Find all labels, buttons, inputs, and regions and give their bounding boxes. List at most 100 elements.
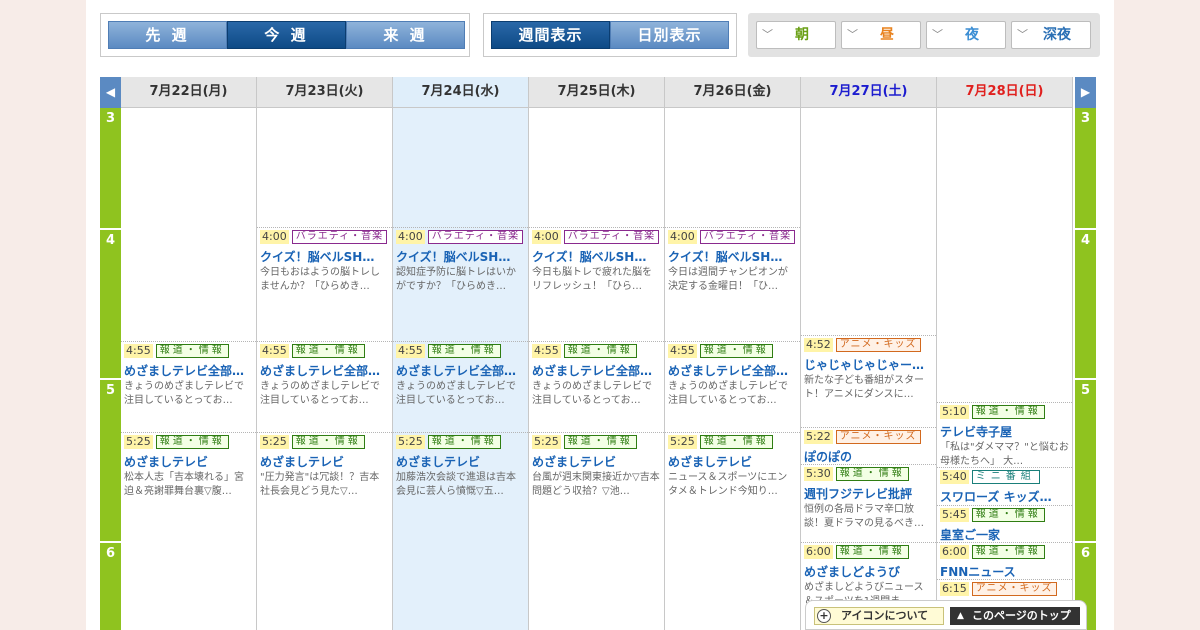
- program-title[interactable]: 皇室ご一家: [940, 527, 1069, 542]
- program-cell[interactable]: 4:00 バラエティ・音楽 クイズ！脳ベルSH… 今日も脳トレで疲れた脳をリフレッシュ…: [529, 227, 664, 341]
- late-night-button[interactable]: ﹀ 深夜: [1011, 21, 1091, 49]
- hour-marker: 4: [100, 228, 121, 378]
- program-time: 4:55: [124, 344, 153, 358]
- program-cell[interactable]: 5:30 報道・情報 週刊フジテレビ批評 恒例の各局ドラマ辛口放談！夏ドラマの見るべき…: [801, 464, 936, 542]
- day-header[interactable]: 7月23日(火): [257, 77, 393, 108]
- program-cell[interactable]: 4:00 バラエティ・音楽 クイズ！脳ベルSH… 今日は週間チャンピオンが決定する金曜…: [665, 227, 800, 341]
- prev-day-arrow-icon[interactable]: ◀: [100, 77, 121, 108]
- program-cell[interactable]: 5:25 報道・情報 めざましテレビ ニュース＆スポーツにエンタメ＆トレンド今知り…: [665, 432, 800, 630]
- program-time: 6:00: [804, 545, 833, 559]
- noon-button[interactable]: ﹀ 昼: [841, 21, 921, 49]
- program-title[interactable]: テレビ寺子屋: [940, 424, 1069, 441]
- program-cell[interactable]: 5:40 ミニ番組 スワローズ キッズ…: [937, 467, 1072, 505]
- program-title[interactable]: めざましテレビ全部…: [124, 363, 253, 380]
- program-description: きょうのめざましテレビで注目しているとってお…: [260, 381, 380, 406]
- hour-marker: 4: [1075, 228, 1096, 378]
- program-cell[interactable]: 5:25 報道・情報 めざましテレビ 松本人志「吉本壊れる」宮迫＆亮謝罪舞台裏▽腹…: [121, 432, 256, 630]
- program-cell[interactable]: 5:10 報道・情報 テレビ寺子屋 「私は"ダメママ？"と悩むお母様たちへ」 大…: [937, 402, 1072, 467]
- day-header[interactable]: 7月25日(木): [529, 77, 665, 108]
- program-title[interactable]: FNNニュース: [940, 564, 1069, 579]
- program-title[interactable]: めざましテレビ全部…: [260, 363, 389, 380]
- program-time: 4:55: [260, 344, 289, 358]
- program-title[interactable]: クイズ！脳ベルSH…: [260, 249, 389, 266]
- program-title[interactable]: 週刊フジテレビ批評: [804, 486, 933, 503]
- program-title[interactable]: クイズ！脳ベルSH…: [668, 249, 797, 266]
- program-title[interactable]: めざましどようび: [804, 564, 933, 581]
- program-cell[interactable]: 4:55 報道・情報 めざましテレビ全部… きょうのめざましテレビで注目しているとって…: [257, 341, 392, 432]
- program-time: 4:55: [668, 344, 697, 358]
- program-title[interactable]: めざましテレビ全部…: [396, 363, 525, 380]
- program-time: 6:15: [940, 582, 969, 596]
- morning-button[interactable]: ﹀ 朝: [756, 21, 836, 49]
- day-header[interactable]: 7月28日(日): [937, 77, 1073, 108]
- day-header[interactable]: 7月22日(月): [121, 77, 257, 108]
- genre-badge: 報道・情報: [835, 545, 909, 559]
- program-title[interactable]: めざましテレビ: [668, 454, 797, 471]
- program-cell[interactable]: 4:52 アニメ・キッズ じゃじゃじゃじゃー… 新たな子ども番組がスタート！アニメにダ…: [801, 335, 936, 427]
- noon-label: 昼: [880, 27, 894, 43]
- program-cell[interactable]: 4:55 報道・情報 めざましテレビ全部… きょうのめざましテレビで注目しているとって…: [665, 341, 800, 432]
- late-night-label: 深夜: [1043, 27, 1071, 43]
- program-description: きょうのめざましテレビで注目しているとってお…: [396, 381, 516, 406]
- program-title[interactable]: めざましテレビ: [260, 454, 389, 471]
- program-title[interactable]: クイズ！脳ベルSH…: [396, 249, 525, 266]
- genre-badge: 報道・情報: [155, 344, 229, 358]
- day-header[interactable]: 7月24日(水): [393, 77, 529, 108]
- program-cell[interactable]: 6:00 報道・情報 FNNニュース: [937, 542, 1072, 579]
- icon-legend-button[interactable]: + アイコンについて: [814, 607, 944, 625]
- day-column: 4:52 アニメ・キッズ じゃじゃじゃじゃー… 新たな子ども番組がスタート！アニメにダ…: [801, 108, 937, 630]
- program-cell[interactable]: 5:25 報道・情報 めざましテレビ "圧力発言"は冗談！？吉本社長会見どう見た▽…: [257, 432, 392, 630]
- program-title[interactable]: ぽのぽの: [804, 449, 933, 464]
- program-title[interactable]: じゃじゃじゃじゃー…: [804, 357, 933, 374]
- genre-badge: 報道・情報: [427, 435, 501, 449]
- day-column: 4:00 バラエティ・音楽 クイズ！脳ベルSH… 認知症予防に脳トレはいかがですか？「…: [393, 108, 529, 630]
- program-cell[interactable]: 4:55 報道・情報 めざましテレビ全部… きょうのめざましテレビで注目しているとって…: [393, 341, 528, 432]
- program-cell[interactable]: 5:25 報道・情報 めざましテレビ 加藤浩次会談で進退は吉本会見に芸人ら憤慨▽五…: [393, 432, 528, 630]
- page: 先 週 今 週 来 週 週間表示 日別表示 ﹀ 朝 ﹀ 昼 ﹀ 夜 ﹀ 深夜 ◀…: [86, 0, 1114, 630]
- program-time: 5:22: [804, 430, 833, 444]
- program-title[interactable]: クイズ！脳ベルSH…: [532, 249, 661, 266]
- program-cell[interactable]: 4:00 バラエティ・音楽 クイズ！脳ベルSH… 今日もおはようの脳トレしませんか？「…: [257, 227, 392, 341]
- page-top-label: このページのトップ: [972, 609, 1071, 622]
- day-header[interactable]: 7月26日(金): [665, 77, 801, 108]
- program-time: 5:25: [396, 435, 425, 449]
- program-time: 5:25: [260, 435, 289, 449]
- daily-view-button[interactable]: 日別表示: [610, 21, 729, 49]
- hour-column-left: 3 456: [100, 108, 121, 630]
- icon-legend-label: アイコンについて: [841, 609, 929, 622]
- program-cell[interactable]: 4:00 バラエティ・音楽 クイズ！脳ベルSH… 認知症予防に脳トレはいかがですか？「…: [393, 227, 528, 341]
- genre-badge: バラエティ・音楽: [563, 230, 660, 244]
- program-cell[interactable]: 5:45 報道・情報 皇室ご一家: [937, 505, 1072, 542]
- program-title[interactable]: めざましテレビ: [396, 454, 525, 471]
- weekly-view-button[interactable]: 週間表示: [491, 21, 610, 49]
- program-title[interactable]: めざましテレビ全部…: [532, 363, 661, 380]
- day-header[interactable]: 7月27日(土): [801, 77, 937, 108]
- program-description: 今日もおはようの脳トレしませんか？「ひらめき…: [260, 267, 380, 292]
- program-time: 6:00: [940, 545, 969, 559]
- program-time: 5:45: [940, 508, 969, 522]
- program-description: 新たな子ども番組がスタート！アニメにダンスに…: [804, 375, 924, 400]
- program-title[interactable]: スワローズ キッズ…: [940, 489, 1069, 505]
- prev-week-button[interactable]: 先 週: [108, 21, 227, 49]
- program-description: 今日は週間チャンピオンが決定する金曜日！「ひ…: [668, 267, 788, 292]
- program-cell[interactable]: 5:25 報道・情報 めざましテレビ 台風が週末関東接近か▽吉本問題どう収拾？▽池…: [529, 432, 664, 630]
- week-nav: 先 週 今 週 来 週: [100, 13, 470, 57]
- night-button[interactable]: ﹀ 夜: [926, 21, 1006, 49]
- program-cell[interactable]: 4:55 報道・情報 めざましテレビ全部… きょうのめざましテレビで注目しているとって…: [121, 341, 256, 432]
- program-cell[interactable]: 4:55 報道・情報 めざましテレビ全部… きょうのめざましテレビで注目しているとって…: [529, 341, 664, 432]
- program-title[interactable]: めざましテレビ: [532, 454, 661, 471]
- program-description: ニュース＆スポーツにエンタメ＆トレンド今知り…: [668, 472, 788, 497]
- this-week-button[interactable]: 今 週: [227, 21, 346, 49]
- next-week-button[interactable]: 来 週: [346, 21, 465, 49]
- genre-badge: 報道・情報: [427, 344, 501, 358]
- program-time: 5:25: [124, 435, 153, 449]
- program-time: 5:40: [940, 470, 969, 484]
- program-time: 4:52: [804, 338, 833, 352]
- page-top-button[interactable]: ▲ このページのトップ: [950, 607, 1080, 625]
- program-cell[interactable]: 5:22 アニメ・キッズ ぽのぽの: [801, 427, 936, 464]
- program-title[interactable]: めざましテレビ全部…: [668, 363, 797, 380]
- next-day-arrow-icon[interactable]: ▶: [1075, 77, 1096, 108]
- day-column: 5:10 報道・情報 テレビ寺子屋 「私は"ダメママ？"と悩むお母様たちへ」 大… 5:…: [937, 108, 1073, 630]
- program-title[interactable]: めざましテレビ: [124, 454, 253, 471]
- genre-badge: バラエティ・音楽: [291, 230, 388, 244]
